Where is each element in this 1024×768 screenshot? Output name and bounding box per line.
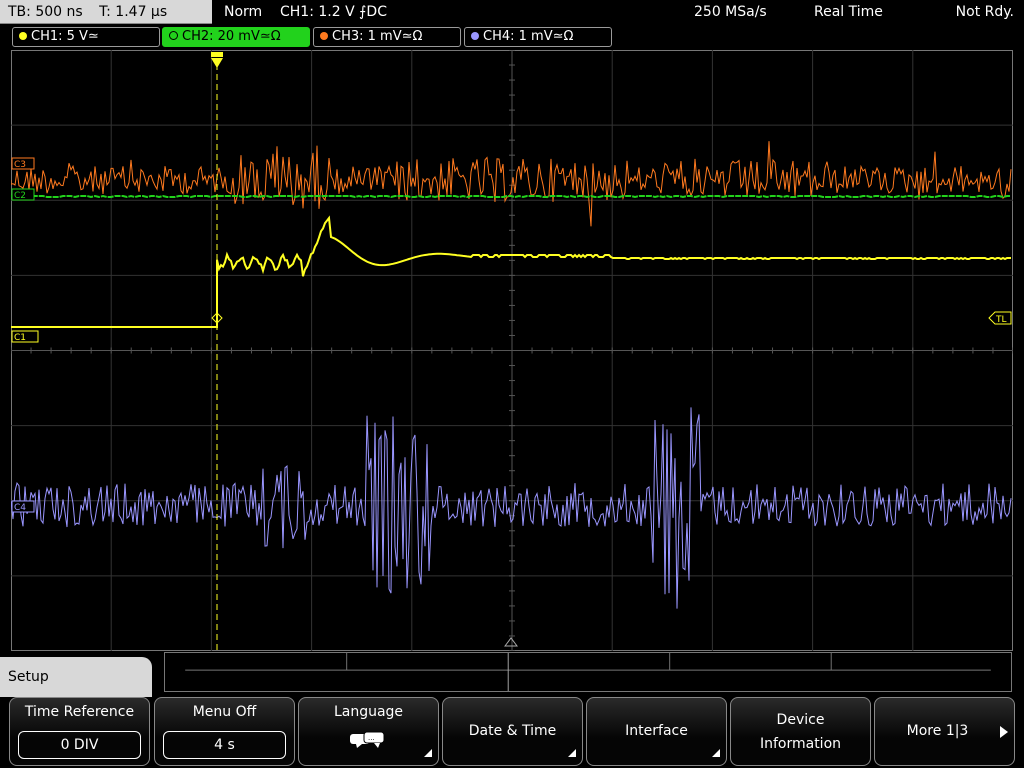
softkey-label-line1: Device: [776, 712, 825, 728]
time-reference-marker: [504, 637, 518, 647]
submenu-indicator-icon: [712, 749, 720, 757]
svg-text:...: ...: [368, 734, 375, 742]
submenu-indicator-icon: [424, 749, 432, 757]
softkey-label: Language: [333, 704, 404, 720]
timebase-value: TB: 500 ns: [8, 4, 83, 20]
ch3-color-dot: [320, 31, 328, 40]
ch2-waveform: [11, 194, 1011, 199]
ch4-marker[interactable]: C4: [11, 500, 35, 513]
softkey-interface[interactable]: Interface: [586, 697, 727, 766]
channel-tab-label: CH3: 1 mV≃Ω: [332, 29, 423, 44]
channel-tab-ch4[interactable]: CH4: 1 mV≃Ω: [464, 27, 612, 47]
softkey-label: Time Reference: [24, 704, 135, 720]
softkey-device-information[interactable]: Device Information: [730, 697, 871, 766]
ch1-waveform: [11, 215, 1011, 328]
softkey-date-time[interactable]: Date & Time: [442, 697, 583, 766]
softkey-more[interactable]: More 1|3: [874, 697, 1015, 766]
channel-tab-ch1[interactable]: CH1: 5 V≃: [12, 27, 160, 47]
ch3-waveform: [11, 141, 1012, 227]
trigger-level-marker[interactable]: TL: [988, 311, 1012, 325]
softkey-menu-off[interactable]: Menu Off 4 s: [154, 697, 295, 766]
softkey-label: Interface: [625, 723, 688, 739]
softkey-label: Date & Time: [468, 723, 557, 739]
svg-text:C4: C4: [14, 503, 26, 513]
svg-text:C3: C3: [14, 160, 26, 170]
svg-text:C2: C2: [14, 191, 26, 201]
svg-text:C1: C1: [14, 333, 26, 343]
svg-text:TL: TL: [995, 315, 1007, 325]
ch3-marker[interactable]: C3: [11, 157, 35, 170]
trigger-position-marker[interactable]: [211, 52, 223, 68]
channel-tab-ch3[interactable]: CH3: 1 mV≃Ω: [313, 27, 461, 47]
sample-rate: 250 MSa/s: [694, 4, 767, 20]
trigger-mode[interactable]: Norm: [224, 0, 262, 24]
timebase-readout[interactable]: TB: 500 ns T: 1.47 µs: [0, 0, 212, 24]
memory-timeline[interactable]: [164, 652, 1012, 692]
channel-tab-ch2[interactable]: CH2: 20 mV≃Ω: [162, 27, 310, 47]
menu-title-setup: Setup: [0, 657, 152, 697]
waveform-display[interactable]: C3 C2 C1 C4 TL: [11, 50, 1013, 651]
channel-tab-label: CH1: 5 V≃: [31, 29, 99, 44]
softkey-time-reference[interactable]: Time Reference 0 DIV: [9, 697, 150, 766]
next-page-arrow-icon: [1000, 726, 1008, 738]
acquisition-mode: Real Time: [814, 4, 883, 20]
time-reference-value: 0 DIV: [18, 731, 141, 759]
ch2-marker[interactable]: C2: [11, 188, 35, 201]
ch2-color-dot: [169, 31, 178, 40]
ch1-color-dot: [19, 31, 27, 40]
submenu-indicator-icon: [568, 749, 576, 757]
trigger-time-value: T: 1.47 µs: [99, 4, 168, 20]
acquisition-state: Not Rdy.: [955, 4, 1014, 20]
menu-off-value: 4 s: [163, 731, 286, 759]
softkey-label: More 1|3: [906, 723, 969, 739]
channel-tab-label: CH2: 20 mV≃Ω: [182, 29, 281, 44]
ch4-color-dot: [471, 31, 479, 40]
grid-lines: [11, 50, 1013, 651]
channel-tab-label: CH4: 1 mV≃Ω: [483, 29, 574, 44]
softkey-label-line2: Information: [759, 736, 842, 752]
softkey-label: Menu Off: [192, 704, 257, 720]
speech-bubbles-icon: ...: [350, 731, 385, 748]
ch1-marker[interactable]: C1: [11, 330, 39, 343]
trigger-info[interactable]: CH1: 1.2 V ⨍DC: [280, 0, 387, 24]
softkey-language[interactable]: Language ...: [298, 697, 439, 766]
ch4-waveform: [11, 407, 1012, 609]
